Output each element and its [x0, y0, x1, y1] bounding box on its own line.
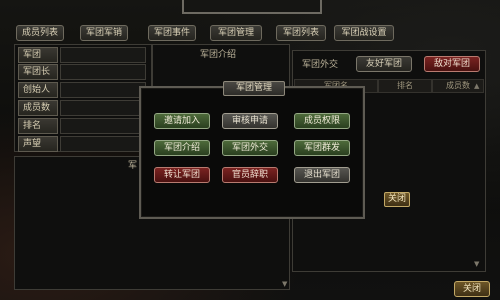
friendly-legion-button[interactable]: 友好军团 [356, 56, 412, 72]
hostile-legion-button[interactable]: 敌对军团 [424, 56, 480, 72]
field-value-founder [60, 82, 146, 98]
diplomacy-scroll-down-arrow[interactable]: ▼ [474, 260, 482, 268]
tab-legion-war-settings[interactable]: 军团战设置 [334, 25, 394, 41]
legion-diplomacy-button[interactable]: 军团外交 [222, 140, 278, 156]
tab-legion-list[interactable]: 军团列表 [276, 25, 326, 41]
legion-intro-button[interactable]: 军团介绍 [154, 140, 210, 156]
transfer-legion-button[interactable]: 转让军团 [154, 167, 210, 183]
member-permissions-button[interactable]: 成员权限 [294, 113, 350, 129]
field-label-legion: 军团 [18, 47, 58, 63]
top-frame [182, 0, 322, 14]
field-label-leader: 军团长 [18, 64, 58, 80]
officer-resign-button[interactable]: 官员辞职 [222, 167, 278, 183]
lower-panel-title: 军 [128, 161, 138, 171]
legion-management-modal: 军团管理 邀请加入 审核申请 成员权限 军团介绍 军团外交 军团群发 转让军团 … [139, 81, 365, 219]
field-value-leader [60, 64, 146, 80]
column-header-rank: 排名 [378, 79, 432, 93]
field-value-legion [60, 47, 146, 63]
field-value-reputation [60, 136, 146, 152]
field-label-member-count: 成员数 [18, 100, 58, 116]
modal-close-button[interactable]: 关闭 [384, 192, 410, 207]
modal-title: 军团管理 [223, 81, 285, 96]
diplomacy-scroll-up-arrow[interactable]: ▲ [474, 82, 482, 90]
legion-intro-title: 军团介绍 [200, 50, 237, 60]
scroll-down-arrow[interactable]: ▼ [282, 280, 290, 288]
legion-broadcast-button[interactable]: 军团群发 [294, 140, 350, 156]
tab-legion-events[interactable]: 军团事件 [148, 25, 196, 41]
invite-join-button[interactable]: 邀请加入 [154, 113, 210, 129]
tab-member-list[interactable]: 成员列表 [16, 25, 64, 41]
main-close-button[interactable]: 关闭 [454, 281, 490, 297]
field-label-reputation: 声望 [18, 136, 58, 152]
field-value-member-count [60, 100, 146, 116]
tab-legion-shop[interactable]: 军团军销 [80, 25, 128, 41]
review-applications-button[interactable]: 审核申请 [222, 113, 278, 129]
tab-legion-management[interactable]: 军团管理 [210, 25, 262, 41]
exit-legion-button[interactable]: 退出军团 [294, 167, 350, 183]
field-label-rank: 排名 [18, 118, 58, 134]
field-label-founder: 创始人 [18, 82, 58, 98]
field-value-rank [60, 118, 146, 134]
diplomacy-title: 军团外交 [302, 60, 339, 70]
